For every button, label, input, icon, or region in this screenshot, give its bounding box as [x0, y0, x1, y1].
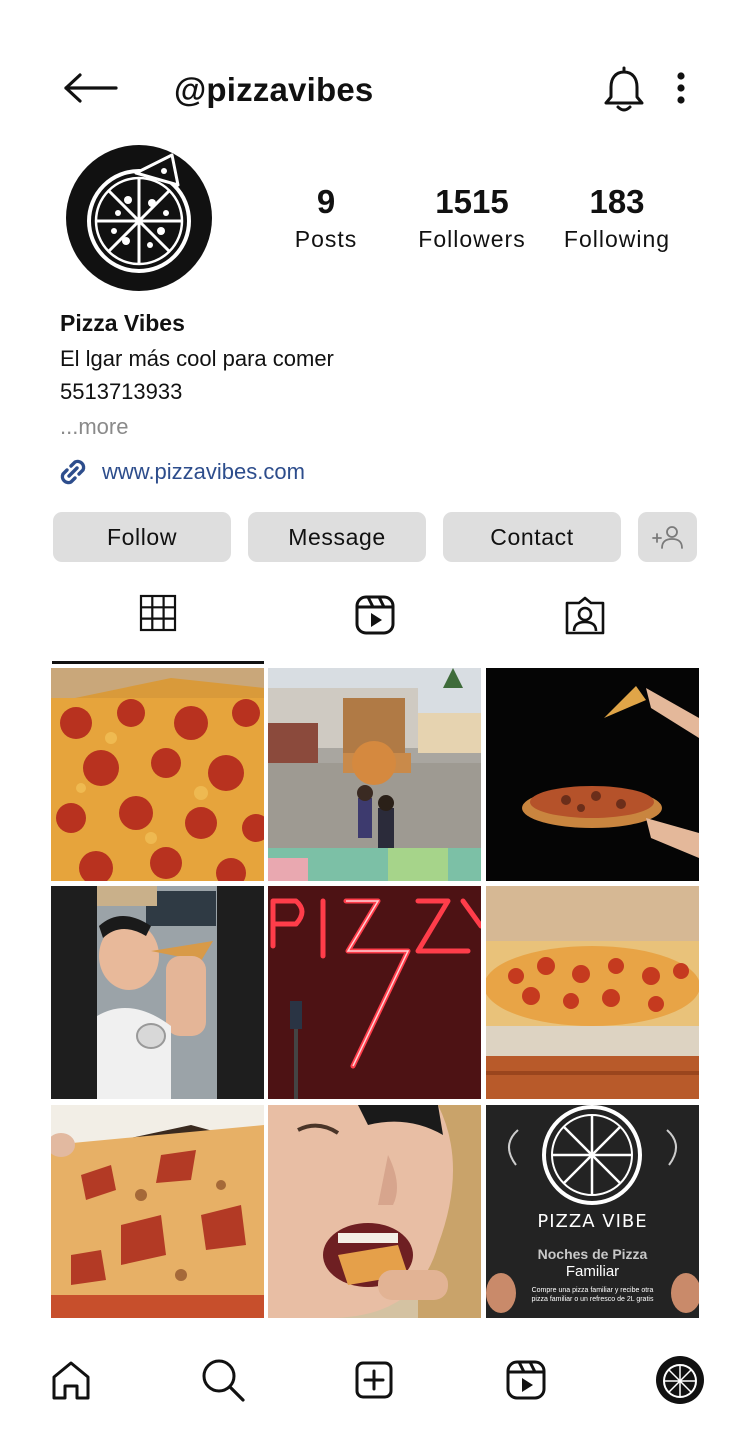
stat-posts[interactable]: 9 Posts	[286, 183, 366, 253]
nav-home[interactable]	[46, 1355, 96, 1405]
tab-grid[interactable]	[52, 588, 264, 664]
contact-button[interactable]: Contact	[443, 512, 621, 562]
post-thumbnail[interactable]	[268, 1105, 481, 1318]
back-button[interactable]	[62, 70, 120, 106]
posts-label: Posts	[294, 226, 358, 252]
outdoor-pizza-box-image	[268, 668, 481, 881]
post-thumbnail[interactable]	[51, 668, 264, 881]
pizza-on-board-image	[486, 668, 699, 881]
promo-title: PIZZA VIBE	[537, 1211, 648, 1232]
posts-count: 9	[316, 183, 336, 220]
nav-create[interactable]	[349, 1355, 399, 1405]
nav-profile[interactable]	[655, 1355, 705, 1405]
person-eating-pizza-image	[51, 886, 264, 1099]
nav-reels[interactable]	[501, 1355, 551, 1405]
person-biting-pizza-image	[268, 1105, 481, 1318]
profile-avatar-icon	[656, 1356, 704, 1404]
follow-button[interactable]: Follow	[53, 512, 231, 562]
create-icon	[355, 1361, 393, 1399]
profile-name: Pizza Vibes	[60, 310, 185, 336]
post-thumbnail[interactable]: PIZZA VIBE Noches de Pizza Familiar Comp…	[486, 1105, 699, 1318]
add-user-button[interactable]	[638, 512, 697, 562]
post-thumbnail[interactable]	[51, 886, 264, 1099]
following-label: Following	[563, 226, 671, 252]
tab-reels[interactable]	[269, 588, 481, 664]
promo-subtitle: Noches de Pizza	[537, 1246, 648, 1262]
tab-tagged[interactable]	[479, 588, 691, 664]
post-thumbnail[interactable]	[51, 1105, 264, 1318]
link-icon	[60, 459, 86, 485]
bio-more-link[interactable]: ...more	[60, 414, 128, 440]
tagged-person-icon	[565, 596, 605, 635]
pepperoni-pizza-image	[51, 668, 264, 881]
post-thumbnail[interactable]	[268, 886, 481, 1099]
bio-text: El lgar más cool para comer	[60, 346, 334, 371]
add-user-icon	[651, 526, 683, 549]
profile-avatar[interactable]	[66, 145, 212, 291]
search-icon	[202, 1359, 245, 1402]
following-count: 183	[589, 183, 645, 220]
reels-icon	[355, 595, 395, 635]
promo-body: Compre una pizza familiar y recibe otra …	[531, 1287, 654, 1303]
notifications-button[interactable]	[602, 66, 646, 114]
nav-search[interactable]	[198, 1355, 248, 1405]
top-header: @pizzavibes	[0, 60, 751, 120]
pizza-slice-closeup-image	[51, 1105, 264, 1318]
more-options-button[interactable]	[668, 68, 694, 112]
followers-label: Followers	[418, 226, 526, 252]
post-thumbnail[interactable]	[268, 668, 481, 881]
website-link[interactable]: www.pizzavibes.com	[56, 455, 305, 489]
website-url: www.pizzavibes.com	[102, 459, 305, 484]
message-button[interactable]: Message	[248, 512, 426, 562]
posts-grid: PIZZA VIBE Noches de Pizza Familiar Comp…	[51, 668, 699, 1318]
post-thumbnail[interactable]	[486, 886, 699, 1099]
reels-icon	[506, 1360, 546, 1400]
post-thumbnail[interactable]	[486, 668, 699, 881]
more-vertical-icon	[677, 72, 685, 104]
pizza-logo-icon	[87, 153, 191, 273]
home-icon	[52, 1361, 90, 1400]
bio-phone: 5513713933	[60, 379, 183, 404]
followers-count: 1515	[435, 183, 509, 220]
profile-handle: @pizzavibes	[174, 71, 374, 108]
stat-followers[interactable]: 1515 Followers	[404, 183, 540, 253]
promo-subtitle-2: Familiar	[565, 1263, 620, 1280]
bottom-navigation	[0, 1345, 751, 1415]
bell-icon	[604, 66, 644, 112]
stat-following[interactable]: 183 Following	[554, 183, 680, 253]
grid-icon	[139, 594, 177, 632]
pizza-in-box-image	[486, 886, 699, 1099]
arrow-left-icon	[64, 73, 118, 103]
neon-pizza-sign-image	[268, 886, 481, 1099]
